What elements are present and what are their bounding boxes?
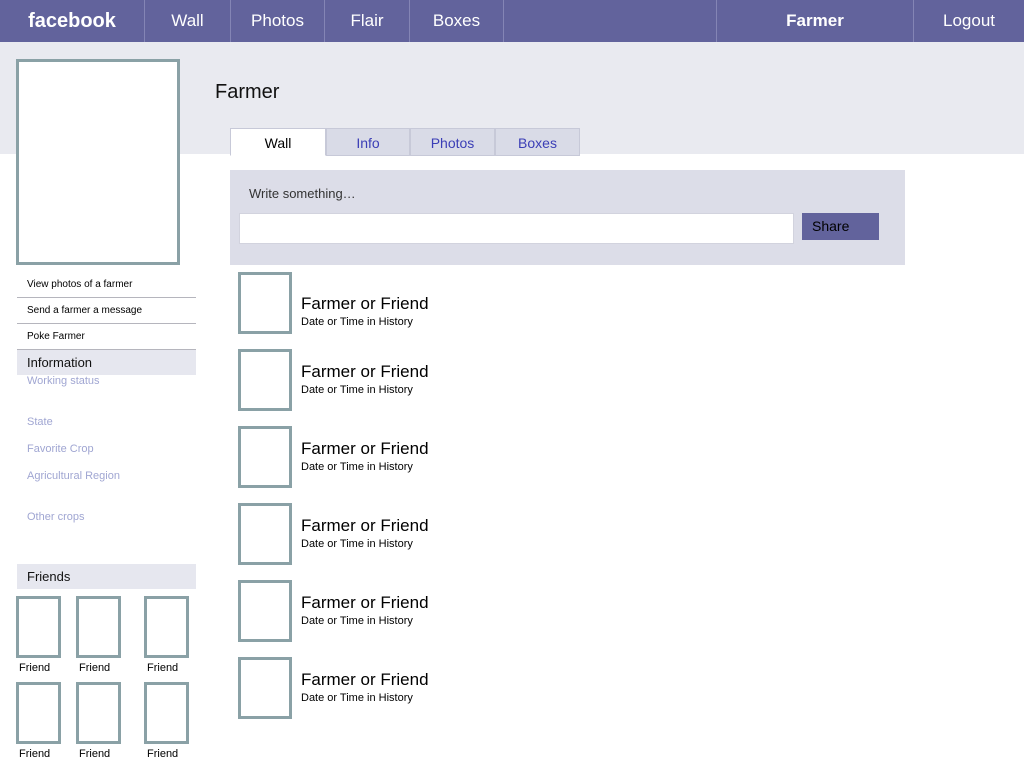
tab-wall[interactable]: Wall: [230, 128, 326, 156]
top-navigation-bar: facebook Wall Photos Flair Boxes Farmer …: [0, 0, 1024, 42]
post-date: Date or Time in History: [301, 538, 413, 550]
post-author[interactable]: Farmer or Friend: [301, 670, 429, 690]
post-author[interactable]: Farmer or Friend: [301, 593, 429, 613]
friend-label[interactable]: Friend: [19, 662, 79, 674]
info-field-other-crops: Other crops: [27, 511, 85, 523]
send-message-link[interactable]: Send a farmer a message: [17, 298, 196, 324]
post-author-picture[interactable]: [238, 426, 292, 488]
friend-picture[interactable]: [76, 682, 121, 744]
friend-label[interactable]: Friend: [147, 662, 207, 674]
wall-post: Farmer or Friend Date or Time in History: [238, 426, 838, 490]
view-photos-link[interactable]: View photos of a farmer: [17, 272, 196, 298]
wall-post: Farmer or Friend Date or Time in History: [238, 503, 838, 567]
friend-picture[interactable]: [16, 596, 61, 658]
wall-post: Farmer or Friend Date or Time in History: [238, 657, 838, 721]
logout-button[interactable]: Logout: [914, 0, 1024, 42]
composer-label: Write something…: [249, 186, 356, 201]
friends-header: Friends: [17, 564, 196, 589]
post-author[interactable]: Farmer or Friend: [301, 362, 429, 382]
poke-link[interactable]: Poke Farmer: [17, 324, 196, 350]
post-date: Date or Time in History: [301, 316, 413, 328]
friend-label[interactable]: Friend: [19, 748, 79, 760]
post-date: Date or Time in History: [301, 615, 413, 627]
post-author-picture[interactable]: [238, 580, 292, 642]
wall-composer: Write something… Share: [230, 170, 905, 265]
wall-post: Farmer or Friend Date or Time in History: [238, 580, 838, 644]
post-author-picture[interactable]: [238, 657, 292, 719]
nav-user-profile[interactable]: Farmer: [716, 0, 914, 42]
info-field-agricultural-region: Agricultural Region: [27, 470, 120, 482]
post-author[interactable]: Farmer or Friend: [301, 439, 429, 459]
nav-photos[interactable]: Photos: [231, 0, 325, 42]
post-author-picture[interactable]: [238, 503, 292, 565]
post-date: Date or Time in History: [301, 461, 413, 473]
profile-picture[interactable]: [16, 59, 180, 265]
facebook-logo[interactable]: facebook: [0, 0, 145, 42]
information-header: Information: [17, 350, 196, 375]
friend-picture[interactable]: [144, 596, 189, 658]
nav-boxes[interactable]: Boxes: [410, 0, 504, 42]
composer-input[interactable]: [239, 213, 794, 244]
post-author-picture[interactable]: [238, 349, 292, 411]
friend-picture[interactable]: [76, 596, 121, 658]
tab-boxes[interactable]: Boxes: [495, 128, 580, 156]
friend-label[interactable]: Friend: [79, 748, 139, 760]
post-date: Date or Time in History: [301, 692, 413, 704]
nav-flair[interactable]: Flair: [325, 0, 410, 42]
friend-label[interactable]: Friend: [147, 748, 207, 760]
info-field-state: State: [27, 416, 53, 428]
nav-wall[interactable]: Wall: [145, 0, 231, 42]
tab-info[interactable]: Info: [326, 128, 410, 156]
wall-post: Farmer or Friend Date or Time in History: [238, 349, 838, 413]
tab-photos[interactable]: Photos: [410, 128, 495, 156]
profile-name: Farmer: [215, 81, 280, 103]
wall-post: Farmer or Friend Date or Time in History: [238, 272, 838, 336]
friend-picture[interactable]: [144, 682, 189, 744]
post-author-picture[interactable]: [238, 272, 292, 334]
post-author[interactable]: Farmer or Friend: [301, 516, 429, 536]
friend-picture[interactable]: [16, 682, 61, 744]
friend-label[interactable]: Friend: [79, 662, 139, 674]
info-field-working-status: Working status: [27, 375, 100, 387]
info-field-favorite-crop: Favorite Crop: [27, 443, 94, 455]
post-date: Date or Time in History: [301, 384, 413, 396]
post-author[interactable]: Farmer or Friend: [301, 294, 429, 314]
share-button[interactable]: Share: [802, 213, 879, 240]
